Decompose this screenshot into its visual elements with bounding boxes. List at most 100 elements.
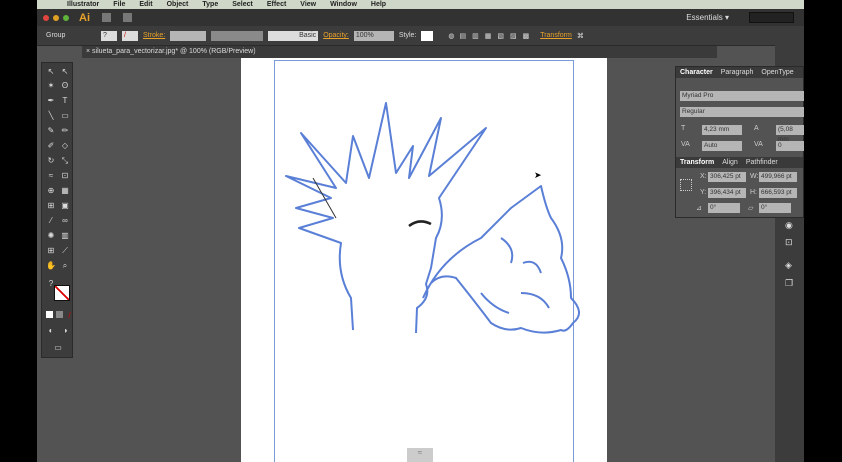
- tab-pathfinder[interactable]: Pathfinder: [746, 157, 778, 168]
- character-panel-tabs: Character Paragraph OpenType: [676, 67, 803, 78]
- menu-file[interactable]: File: [113, 1, 125, 8]
- screen-mode-icon[interactable]: ▭: [53, 343, 63, 353]
- character-transform-panel: Character Paragraph OpenType Myriad Pro Re…: [675, 66, 804, 218]
- stroke-color-icon[interactable]: [54, 285, 70, 301]
- menu-help[interactable]: Help: [371, 1, 386, 8]
- gradient-tool-icon[interactable]: ▣: [60, 201, 70, 211]
- y-field[interactable]: 396,434 pt: [708, 188, 746, 198]
- kerning-field[interactable]: Auto: [702, 141, 742, 151]
- pen-tool-icon[interactable]: ✒: [46, 96, 56, 106]
- arrange-documents-icon[interactable]: [123, 13, 132, 22]
- menu-type[interactable]: Type: [202, 1, 218, 8]
- dock-icon-export[interactable]: ⊡: [785, 237, 793, 248]
- menu-edit[interactable]: Edit: [139, 1, 152, 8]
- tracking-field[interactable]: 0: [776, 141, 804, 151]
- shear-field[interactable]: 0°: [759, 203, 791, 213]
- menu-view[interactable]: View: [300, 1, 316, 8]
- rotate-tool-icon[interactable]: ↻: [46, 156, 56, 166]
- symbol-sprayer-icon[interactable]: ✺: [46, 231, 56, 241]
- tab-character[interactable]: Character: [680, 67, 713, 78]
- zoom-tool-icon[interactable]: ⌕: [60, 261, 70, 271]
- leading-field[interactable]: (5,08 mm: [776, 125, 804, 143]
- opacity-label[interactable]: Opacity:: [323, 32, 349, 39]
- selection-tool-icon[interactable]: ↖: [46, 67, 56, 77]
- isolate-icon[interactable]: ⌘: [577, 32, 584, 40]
- menu-window[interactable]: Window: [330, 1, 357, 8]
- reference-point-icon[interactable]: [680, 179, 692, 191]
- transform-link[interactable]: Transform: [540, 32, 572, 39]
- menu-object[interactable]: Object: [167, 1, 189, 8]
- rotate-field[interactable]: 0°: [708, 203, 740, 213]
- line-tool-icon[interactable]: ╲: [46, 111, 56, 121]
- workspace-switcher[interactable]: Essentials ▾: [686, 13, 729, 22]
- artboard-navigation-icon[interactable]: ≈: [407, 448, 433, 462]
- hand-tool-icon[interactable]: ✋: [46, 261, 56, 271]
- menu-illustrator[interactable]: Illustrator: [67, 1, 99, 8]
- artboards-icon[interactable]: ❐: [785, 278, 793, 289]
- font-size-field[interactable]: 4,23 mm: [702, 125, 742, 135]
- spiky-head-path: [285, 102, 487, 334]
- opacity-field[interactable]: 100%: [353, 30, 394, 41]
- blob-brush-icon[interactable]: ✐: [46, 141, 56, 151]
- direct-selection-tool-icon[interactable]: ↖: [60, 67, 70, 77]
- mesh-tool-icon[interactable]: ⊞: [46, 201, 56, 211]
- draw-inside-icon[interactable]: ◑: [60, 326, 70, 336]
- eyedropper-icon[interactable]: ⁄: [46, 216, 56, 226]
- variable-width-select[interactable]: [211, 30, 264, 41]
- graph-tool-icon[interactable]: ▥: [60, 231, 70, 241]
- style-swatch[interactable]: [421, 30, 434, 41]
- width-tool-icon[interactable]: ≈: [46, 171, 56, 181]
- artboard[interactable]: ≈: [241, 58, 607, 462]
- artboard-tool-icon[interactable]: ⊞: [46, 246, 56, 256]
- mouse-cursor-icon: ➤: [534, 170, 542, 180]
- menu-effect[interactable]: Effect: [267, 1, 286, 8]
- paintbrush-icon[interactable]: ✎: [46, 126, 56, 136]
- tab-transform[interactable]: Transform: [680, 157, 714, 168]
- tab-paragraph[interactable]: Paragraph: [721, 67, 754, 78]
- shape-builder-icon[interactable]: ⊕: [46, 186, 56, 196]
- w-field[interactable]: 499,966 pt: [759, 172, 797, 182]
- transform-panel-tabs: Transform Align Pathfinder: [676, 157, 803, 168]
- menu-select[interactable]: Select: [232, 1, 253, 8]
- drawing-mode-icon[interactable]: ◐: [46, 326, 56, 336]
- font-family-field[interactable]: Myriad Pro: [680, 91, 804, 101]
- layers-icon[interactable]: ◈: [785, 260, 792, 271]
- traced-silhouette[interactable]: [241, 58, 607, 462]
- recolor-icon[interactable]: ◍: [448, 32, 454, 40]
- bridge-icon[interactable]: [102, 13, 111, 22]
- search-input[interactable]: [749, 12, 794, 23]
- rectangle-tool-icon[interactable]: ▭: [60, 111, 70, 121]
- perspective-grid-icon[interactable]: ▦: [60, 186, 70, 196]
- pencil-icon[interactable]: ✏: [60, 126, 70, 136]
- lasso-icon[interactable]: ʘ: [60, 81, 70, 91]
- stroke-swatch[interactable]: /: [122, 30, 138, 41]
- close-button[interactable]: [43, 14, 49, 21]
- color-mode-icon[interactable]: [46, 311, 53, 318]
- slice-tool-icon[interactable]: ⟋: [60, 246, 70, 256]
- h-field[interactable]: 666,593 pt: [759, 188, 797, 198]
- type-tool-icon[interactable]: T: [60, 96, 70, 106]
- fill-swatch[interactable]: ?: [101, 30, 117, 41]
- eraser-icon[interactable]: ◇: [60, 141, 70, 151]
- tab-opentype[interactable]: OpenType: [761, 67, 793, 78]
- stroke-label[interactable]: Stroke:: [143, 32, 165, 39]
- align-icons[interactable]: ▤▥▦▧▨▩: [460, 32, 536, 40]
- zoom-button[interactable]: [63, 14, 69, 21]
- font-style-field[interactable]: Regular: [680, 107, 804, 117]
- stroke-weight-field[interactable]: [170, 30, 207, 41]
- illustrator-window: Illustrator File Edit Object Type Select Effec…: [37, 0, 804, 462]
- none-mode-icon[interactable]: /: [66, 311, 73, 320]
- brush-select[interactable]: Basic: [268, 30, 319, 41]
- x-field[interactable]: 306,425 pt: [708, 172, 746, 182]
- document-tab[interactable]: × silueta_para_vectorizar.jpg* @ 100% (R…: [82, 46, 717, 58]
- menu-bar: Illustrator File Edit Object Type Select Effec…: [37, 0, 804, 9]
- tab-align[interactable]: Align: [722, 157, 738, 168]
- dock-icon-appearance[interactable]: ◉: [785, 220, 793, 231]
- scale-tool-icon[interactable]: ⤡: [60, 156, 70, 166]
- minimize-button[interactable]: [53, 14, 59, 21]
- y-label: Y:: [700, 189, 707, 196]
- magic-wand-icon[interactable]: ✶: [46, 81, 56, 91]
- blend-tool-icon[interactable]: ∞: [60, 216, 70, 226]
- gradient-mode-icon[interactable]: [56, 311, 63, 318]
- free-transform-icon[interactable]: ⊡: [60, 171, 70, 181]
